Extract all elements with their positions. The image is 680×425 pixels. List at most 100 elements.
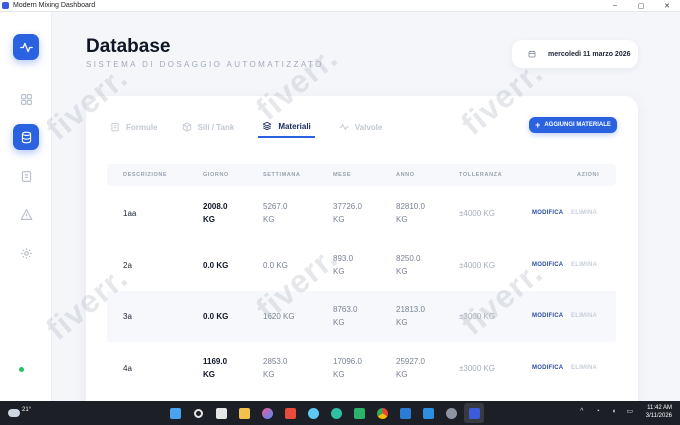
cell-tolleranza: ±4000 KG <box>459 261 495 270</box>
sidebar-item-settings[interactable] <box>13 240 39 266</box>
column-header-giorno: GIORNO <box>203 172 229 178</box>
database-icon <box>21 131 31 143</box>
gear-icon <box>20 247 32 259</box>
sidebar <box>0 12 52 401</box>
cell-anno: 8250.0 KG <box>396 254 421 276</box>
table-row: 2a 0.0 KG 0.0 KG 893.0 KG 8250.0 KG ±4000 … <box>107 239 616 290</box>
weather-widget[interactable]: 21° <box>8 407 32 417</box>
cube-icon <box>182 122 191 132</box>
chrome-icon <box>376 407 388 419</box>
delete-button[interactable]: ELIMINA <box>571 313 597 319</box>
window-title: Modern Mixing Dashboard <box>13 2 96 9</box>
column-header-descrizione: DESCRIZIONE <box>123 172 168 178</box>
connection-status-dot <box>19 367 24 372</box>
tab-valvole[interactable]: Valvole <box>338 116 383 138</box>
cell-tolleranza: ±4000 KG <box>459 209 495 218</box>
taskbar-settings[interactable] <box>441 403 461 423</box>
table-row: 3a 0.0 KG 1620 KG 8763.0 KG 21813.0 KG ±30… <box>107 291 616 342</box>
clock-time: 11:42 AM <box>647 405 672 411</box>
current-date: mercoledì 11 marzo 2026 <box>548 50 631 58</box>
taskbar-apps <box>165 403 487 423</box>
layers-icon <box>263 121 272 131</box>
edge-icon <box>330 407 342 419</box>
sidebar-item-database[interactable] <box>13 124 39 150</box>
cell-giorno: 0.0 KG <box>203 261 229 270</box>
taskbar-mail[interactable] <box>395 403 415 423</box>
date-chip: mercoledì 11 marzo 2026 <box>512 40 638 68</box>
tab-materiali[interactable]: Materiali <box>258 116 315 138</box>
edit-button[interactable]: MODIFICA <box>532 313 563 319</box>
taskview-button[interactable] <box>211 403 231 423</box>
network-icon[interactable]: ◔ <box>594 408 602 416</box>
temperature: 21° <box>22 407 32 413</box>
taskbar-app-blue[interactable] <box>303 403 323 423</box>
page-subtitle: SISTEMA DI DOSAGGIO AUTOMATIZZATO <box>86 60 324 69</box>
cell-mese: 893.0 KG <box>333 254 354 276</box>
cell-anno: 25927.0 KG <box>396 357 425 379</box>
windows-icon <box>169 407 181 419</box>
close-button[interactable]: ✕ <box>654 0 680 12</box>
sidebar-item-reports[interactable] <box>13 163 39 189</box>
taskbar-files[interactable] <box>234 403 254 423</box>
column-header-mese: MESE <box>333 172 351 178</box>
column-header-azioni: AZIONI <box>577 172 600 178</box>
cell-descrizione: 2a <box>123 261 132 270</box>
tab-sili-tank[interactable]: Sili / Tank <box>182 116 235 138</box>
cell-settimana: 5267.0 KG <box>263 202 288 224</box>
delete-button[interactable]: ELIMINA <box>571 365 597 371</box>
store-icon <box>284 407 296 419</box>
page-title: Database <box>86 36 171 57</box>
column-header-anno: ANNO <box>396 172 415 178</box>
sidebar-item-dashboard[interactable] <box>13 34 39 60</box>
sidebar-item-overview[interactable] <box>13 86 39 112</box>
column-header-tolleranza: TOLLERANZA <box>459 172 503 178</box>
cell-tolleranza: ±3000 KG <box>459 312 495 321</box>
taskbar-chrome[interactable] <box>372 403 392 423</box>
report-icon <box>21 170 31 182</box>
grid-icon <box>20 93 32 105</box>
tab-label: Valvole <box>354 122 383 132</box>
cell-settimana: 0.0 KG <box>263 261 288 270</box>
app-icon <box>468 407 480 419</box>
cell-anno: 21813.0 KG <box>396 305 425 327</box>
system-tray: ^ ◔ ◖ ▭ 11:42 AM 3/11/2026 <box>578 404 672 420</box>
edit-button[interactable]: MODIFICA <box>532 210 563 216</box>
taskbar-vscode[interactable] <box>418 403 438 423</box>
tab-label: Formule <box>126 122 158 132</box>
battery-icon[interactable]: ▭ <box>626 408 634 416</box>
tab-bar: Formule Sili / Tank Materiali Valvole <box>110 116 406 140</box>
volume-icon[interactable]: ◖ <box>610 408 618 416</box>
tab-formule[interactable]: Formule <box>110 116 158 138</box>
code-icon <box>422 407 434 419</box>
taskbar-terminal[interactable] <box>349 403 369 423</box>
folder-icon <box>238 407 250 419</box>
cell-mese: 8763.0 KG <box>333 305 358 327</box>
minimize-button[interactable]: – <box>602 0 628 12</box>
tab-label: Sili / Tank <box>197 122 235 132</box>
cell-descrizione: 3a <box>123 312 132 321</box>
sidebar-item-alarms[interactable] <box>13 201 39 227</box>
copilot-icon <box>261 407 273 419</box>
add-material-label: AGGIUNGI MATERIALE <box>544 122 611 128</box>
taskbar-mixing-dashboard[interactable] <box>464 403 484 423</box>
taskview-icon <box>215 407 227 419</box>
taskbar-copilot[interactable] <box>257 403 277 423</box>
mail-icon <box>399 407 411 419</box>
edit-button[interactable]: MODIFICA <box>532 262 563 268</box>
taskbar-store[interactable] <box>280 403 300 423</box>
cell-giorno: 1169.0 KG <box>203 357 228 379</box>
edit-button[interactable]: MODIFICA <box>532 365 563 371</box>
taskbar: 21° ^ ◔ ◖ ▭ 11:42 AM 3/11/2026 <box>0 401 680 425</box>
add-material-button[interactable]: + AGGIUNGI MATERIALE <box>529 117 617 133</box>
delete-button[interactable]: ELIMINA <box>571 262 597 268</box>
taskbar-clock[interactable]: 11:42 AM 3/11/2026 <box>646 404 672 420</box>
delete-button[interactable]: ELIMINA <box>571 210 597 216</box>
taskbar-edge[interactable] <box>326 403 346 423</box>
start-button[interactable] <box>165 403 185 423</box>
chevron-up-icon[interactable]: ^ <box>578 408 586 416</box>
search-button[interactable] <box>188 403 208 423</box>
column-header-settimana: SETTIMANA <box>263 172 301 178</box>
database-card: Formule Sili / Tank Materiali Valvole + … <box>86 96 638 416</box>
window-controls: – ▢ ✕ <box>602 0 680 12</box>
maximize-button[interactable]: ▢ <box>628 0 654 12</box>
